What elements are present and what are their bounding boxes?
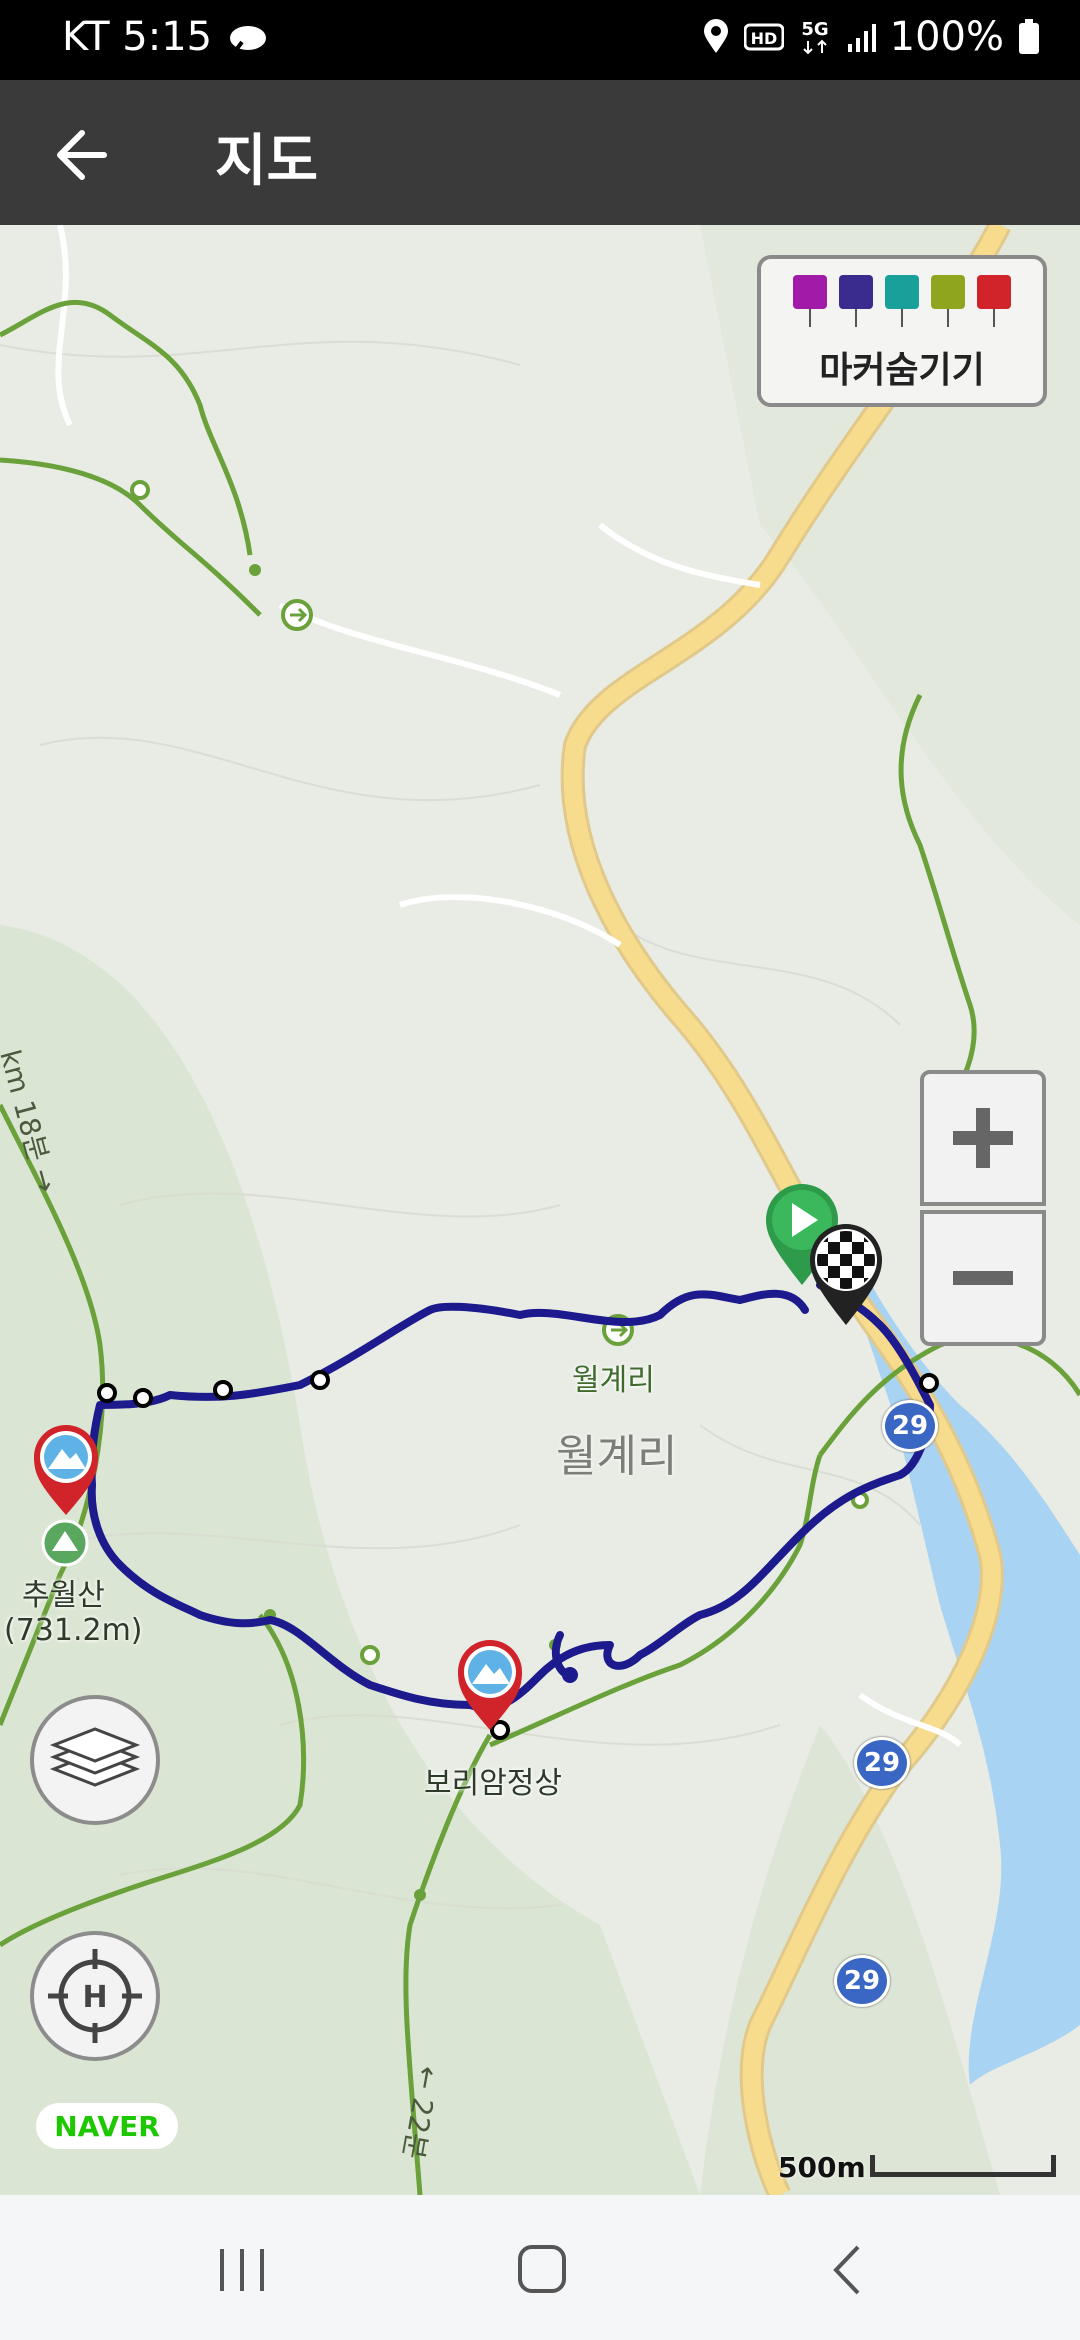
map-canvas [0,225,1080,2195]
carrier-time: KT 5:15 [62,14,213,60]
voice-marker-icon [885,275,919,327]
scale-label: 500m [778,2151,866,2184]
viewpoint-label: 보리암정상 [424,1766,562,1801]
location-icon [703,19,728,53]
hd-icon: HD [743,23,784,51]
layers-icon [49,1727,141,1787]
back-button[interactable] [44,115,124,195]
plus-icon [953,1108,1013,1168]
home-button[interactable] [502,2235,582,2305]
layers-button[interactable] [30,1695,160,1825]
back-arrow-icon [57,130,107,180]
weather-icon [230,26,267,52]
system-back-button[interactable] [808,2235,888,2305]
hide-markers-label: 마커숨기기 [819,350,985,391]
app-bar: 지도 [0,80,1080,225]
page-title: 지도 [215,129,319,194]
svg-text:H: H [82,1980,107,2015]
village-label-large: 월계리 [556,1431,678,1482]
road-shield-29: 29 [854,1737,910,1789]
memo-marker-icon [931,275,965,327]
naver-logo: NAVER [36,2103,178,2149]
minus-icon [953,1271,1013,1285]
locate-button[interactable]: H [30,1931,160,2061]
peak-elevation-label: (731.2m) [4,1613,143,1648]
peak-name-label: 추월산 [22,1578,105,1613]
svg-text:HD: HD [750,29,777,48]
village-label-small: 월계리 [572,1363,655,1398]
back-icon [833,2245,860,2295]
hide-markers-button[interactable]: 마커숨기기 [757,255,1047,407]
road-shield-29: 29 [834,1955,890,2007]
home-crosshair-icon: H [48,1949,142,2043]
battery-percent: 100% [889,14,1004,60]
camera-marker-icon [793,275,827,327]
recent-apps-icon [220,2249,264,2291]
recent-apps-button[interactable] [202,2235,282,2305]
svg-text:5G: 5G [801,19,828,40]
signal-icon [847,24,876,52]
scale-bar [870,2155,1056,2177]
home-icon [518,2245,566,2293]
system-nav-bar [0,2195,1080,2340]
battery-icon [1019,19,1039,54]
map-view[interactable]: 월계리 월계리 추월산 (731.2m) 보리암정상 km 18분 → ← 22… [0,225,1080,2195]
zoom-in-button[interactable] [920,1070,1046,1206]
road-shield-29: 29 [882,1400,938,1452]
location-marker-icon [977,275,1011,327]
zoom-out-button[interactable] [920,1210,1046,1346]
5g-icon: 5G [801,19,828,55]
status-bar: KT 5:15 HD 5G 100% [0,0,1080,80]
video-marker-icon [839,275,873,327]
